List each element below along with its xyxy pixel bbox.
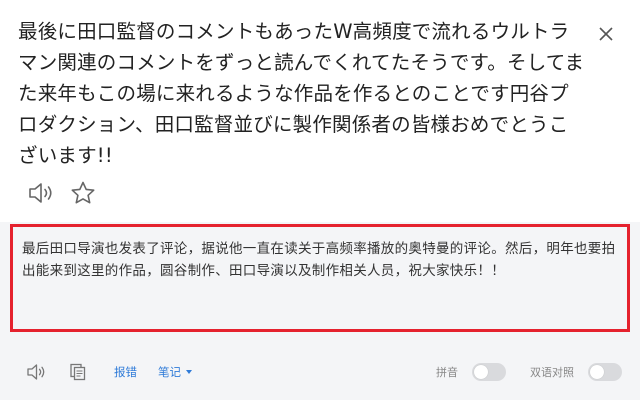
speaker-icon[interactable]	[26, 178, 58, 208]
star-icon[interactable]	[68, 178, 98, 208]
source-actions	[26, 178, 98, 208]
pinyin-toggle[interactable]	[472, 363, 506, 381]
pinyin-label: 拼音	[436, 366, 458, 379]
chevron-down-icon[interactable]	[186, 370, 192, 374]
bilingual-toggle[interactable]	[588, 363, 622, 381]
translation-panel: 最後に田口監督のコメントもあったW高頻度で流れるウルトラマン関連のコメントをずっ…	[0, 0, 640, 400]
source-section: 最後に田口監督のコメントもあったW高頻度で流れるウルトラマン関連のコメントをずっ…	[0, 0, 640, 222]
result-text: 最后田口导演也发表了评论，据说他一直在读关于高频率播放的奥特曼的评论。然后，明年…	[22, 241, 616, 279]
notes-link[interactable]: 笔记	[158, 364, 181, 380]
result-section: 最后田口导演也发表了评论，据说他一直在读关于高频率播放的奥特曼的评论。然后，明年…	[0, 222, 640, 400]
source-text: 最後に田口監督のコメントもあったW高頻度で流れるウルトラマン関連のコメントをずっ…	[18, 20, 585, 167]
toggle-knob	[590, 365, 604, 379]
close-icon[interactable]	[596, 24, 616, 44]
report-error-link[interactable]: 报错	[114, 364, 137, 380]
copy-icon[interactable]	[68, 362, 88, 382]
result-toolbar: 报错 笔记 拼音 双语对照	[0, 356, 640, 388]
bilingual-label: 双语对照	[530, 366, 574, 379]
toggle-knob	[474, 365, 488, 379]
speaker-icon[interactable]	[26, 362, 48, 382]
